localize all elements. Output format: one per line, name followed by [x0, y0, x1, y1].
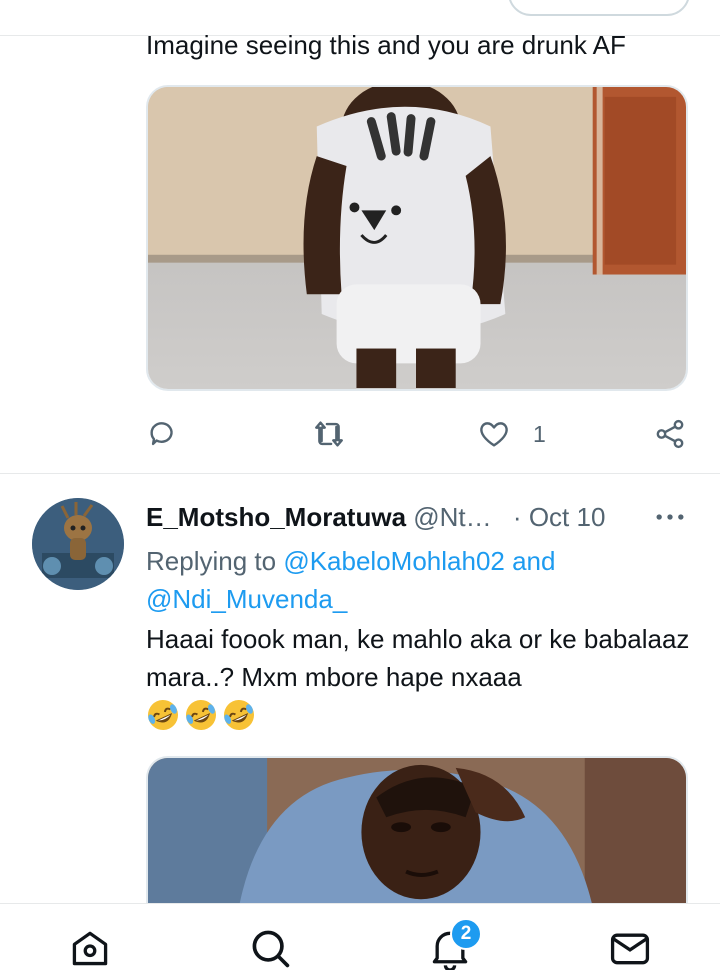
notification-badge: 2 [450, 918, 482, 950]
retweet-icon [315, 421, 343, 447]
rofl-emoji-icon [148, 700, 178, 730]
mail-icon [610, 933, 650, 965]
home-icon [72, 931, 108, 966]
tweet-actions: 1 [0, 412, 720, 456]
nav-messages[interactable] [606, 926, 654, 971]
user-handle[interactable]: @Nt… [413, 502, 491, 532]
emoji-row [146, 698, 706, 732]
mention-link[interactable]: @Ndi_Muvenda_ [146, 584, 347, 614]
tweet-header: E_Motsho_Moratuwa @Nt… · Oct 10 [146, 500, 706, 534]
follow-button[interactable] [508, 0, 690, 16]
replying-to: Replying to @KabeloMohlah02 and @Ndi_Muv… [146, 542, 706, 618]
retweet-button[interactable] [312, 412, 368, 456]
tweet-text: Imagine seeing this and you are drunk AF [146, 30, 626, 60]
bottom-navigation [0, 903, 720, 971]
reply-button[interactable] [146, 412, 202, 456]
tweet-body: Haaai foook man, ke mahlo aka or ke baba… [146, 620, 706, 732]
nav-home[interactable] [66, 926, 114, 971]
nav-search[interactable] [246, 926, 294, 971]
tweet-media-image[interactable] [146, 756, 688, 916]
like-count: 1 [533, 420, 546, 447]
search-icon [252, 930, 290, 968]
like-button[interactable]: 1 [477, 412, 546, 456]
replying-prefix: Replying to [146, 546, 277, 576]
separator-dot: · [512, 502, 522, 532]
rofl-emoji-icon [186, 700, 216, 730]
display-name[interactable]: E_Motsho_Moratuwa [146, 502, 406, 532]
tweet-date[interactable]: Oct 10 [529, 502, 606, 532]
reply-icon [150, 422, 173, 446]
tweet-media-image[interactable] [146, 85, 688, 391]
tweet-divider [0, 473, 720, 474]
heart-icon [480, 422, 508, 447]
conjunction: and [512, 546, 556, 576]
share-button[interactable] [653, 412, 687, 456]
mention-link[interactable]: @KabeloMohlah02 [283, 546, 505, 576]
avatar[interactable] [32, 498, 124, 590]
tweet-text: Haaai foook man, ke mahlo aka or ke baba… [146, 624, 690, 692]
share-icon [656, 419, 684, 449]
more-options-button[interactable] [652, 502, 688, 532]
rofl-emoji-icon [224, 700, 254, 730]
more-icon [656, 514, 684, 520]
